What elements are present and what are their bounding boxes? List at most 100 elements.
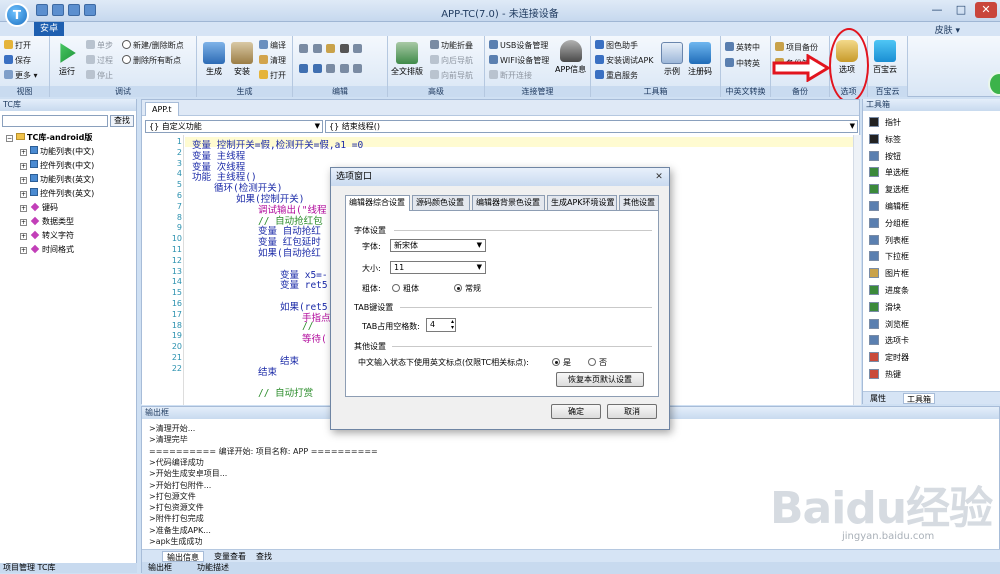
skin-menu[interactable]: 皮肤 ▾ [935,23,960,36]
toolbox-item[interactable]: 列表框 [869,234,909,246]
toolbox-item[interactable]: 滑块 [869,301,901,313]
file-tab-app[interactable]: APP.t [145,102,179,116]
toolbox-item[interactable]: 按钮 [869,150,901,162]
tab-toolbox[interactable]: 工具箱 [903,393,935,404]
clear-breakpoints-button[interactable]: 删除所有断点 [122,55,181,66]
tab-android[interactable]: 安卓 [34,22,64,36]
editor-scrollbar[interactable] [853,135,861,405]
tree-root[interactable]: − TC库-android版 [6,132,92,143]
step-button[interactable]: 单步 [86,40,113,51]
comment-icon[interactable] [353,64,363,73]
toolbox-item[interactable]: 定时器 [869,352,909,363]
expand-icon[interactable]: + [20,177,27,184]
toolbox-item[interactable]: 进度条 [869,285,909,296]
dialog-close-button[interactable]: ✕ [653,171,665,183]
stop-button[interactable]: 停止 [86,70,113,81]
run-button[interactable]: 运行 [56,42,78,77]
toolbox-item[interactable]: 编辑框 [869,201,909,212]
redo-icon[interactable] [312,64,322,73]
en-to-cn-button[interactable]: 英转中 [725,42,760,53]
bold-radio[interactable]: 粗体 [392,283,419,294]
left-bottom-tabs[interactable]: 项目管理 TC库 [0,563,137,573]
toolbox-item[interactable]: 选项卡 [869,335,909,346]
toolbox-item[interactable]: 指针 [869,117,901,128]
generate-button[interactable]: 生成 [203,42,225,77]
close-button[interactable]: ✕ [975,2,997,18]
function-combo[interactable]: {} 自定义功能 ▼ [145,120,323,133]
toolbox-item[interactable]: 单选框 [869,167,909,178]
status-func-desc[interactable]: 功能描述 [197,562,229,574]
tab-spaces-stepper[interactable]: 4 ▴ ▾ [426,318,456,332]
ok-button[interactable]: 确定 [551,404,601,419]
tab-variables[interactable]: 变量查看 [210,551,250,562]
select-all-icon[interactable] [353,44,363,53]
tree-item[interactable]: + 转义字符 [20,230,74,241]
cancel-button[interactable]: 取消 [607,404,657,419]
expand-icon[interactable]: + [20,163,27,170]
fold-button[interactable]: 功能折叠 [430,40,473,51]
project-backup-button[interactable]: 项目备份 [775,42,818,53]
restart-service-button[interactable]: 重启服务 [595,70,638,81]
expand-icon[interactable]: + [20,149,27,156]
delete-icon[interactable] [339,44,349,53]
tree-item[interactable]: + 控件列表(英文) [20,188,94,199]
tree-item[interactable]: + 控件列表(中文) [20,160,94,171]
expand-icon[interactable]: + [20,219,27,226]
tab-output-info[interactable]: 输出信息 [162,551,204,562]
thread-combo[interactable]: {} 结束线程() ▼ [325,120,858,133]
toolbox-item[interactable]: 浏览框 [869,318,909,330]
compile-button[interactable]: 编译 [259,40,286,51]
collapse-icon[interactable]: − [6,135,13,142]
tab-apk-env[interactable]: 生成APK环境设置 [547,195,617,210]
tree-item[interactable]: + 键码 [20,202,58,213]
install-debug-apk-button[interactable]: 安装调试APK [595,55,654,66]
toolbox-item[interactable]: 热键 [869,369,901,380]
baibao-cloud-button[interactable]: 百宝云 [873,40,897,75]
wifi-manage-button[interactable]: WIFI设备管理 [489,55,549,66]
disconnect-button[interactable]: 断开连接 [489,70,532,81]
paste-icon[interactable] [326,44,336,53]
toolbox-item[interactable]: 图片框 [869,268,909,279]
more-button[interactable]: 更多 ▾ [4,70,38,81]
cut-icon[interactable] [299,44,308,53]
expand-icon[interactable]: + [20,247,27,254]
expand-icon[interactable]: + [20,205,27,212]
tree-item[interactable]: + 功能列表(英文) [20,174,94,185]
app-info-button[interactable]: APP信息 [555,40,586,75]
tab-find[interactable]: 查找 [252,551,276,562]
cn-to-en-button[interactable]: 中转英 [725,58,760,69]
library-search-input[interactable] [2,115,108,127]
register-button[interactable]: 注册码 [688,42,712,77]
status-output[interactable]: 输出框 [148,562,172,574]
expand-icon[interactable]: + [20,233,27,240]
tab-properties[interactable]: 属性 [867,393,889,404]
outdent-icon[interactable] [339,64,349,73]
example-button[interactable]: 示例 [661,42,683,77]
tab-editor-bg[interactable]: 编辑器背景色设置 [472,195,545,210]
maximize-button[interactable]: □ [950,2,972,18]
yes-radio[interactable]: 是 [552,357,571,368]
font-select[interactable]: 新宋体 ▼ [390,239,486,252]
tab-editor-general[interactable]: 编辑器综合设置 [345,195,410,211]
color-helper-button[interactable]: 图色助手 [595,40,638,51]
tree-item[interactable]: + 时间格式 [20,244,74,255]
build-open-button[interactable]: 打开 [259,70,286,81]
expand-icon[interactable]: + [20,191,27,198]
regular-radio[interactable]: 常规 [454,283,481,294]
toolbox-item[interactable]: 复选框 [869,184,909,195]
tree-item[interactable]: + 功能列表(中文) [20,146,94,157]
undo-icon[interactable] [299,64,308,73]
nav-back-button[interactable]: 向后导航 [430,55,473,66]
indent-icon[interactable] [326,64,336,73]
open-file-button[interactable]: 打开 [4,40,31,51]
full-sort-button[interactable]: 全文排版 [391,42,423,77]
toolbox-item[interactable]: 下拉框 [869,251,909,262]
no-radio[interactable]: 否 [588,357,607,368]
copy-icon[interactable] [312,44,322,53]
stepper-arrows-icon[interactable]: ▴ ▾ [451,319,454,331]
pass-button[interactable]: 过程 [86,55,113,66]
tab-source-colors[interactable]: 源码颜色设置 [412,195,470,210]
tab-other[interactable]: 其他设置 [619,195,659,210]
usb-manage-button[interactable]: USB设备管理 [489,40,548,51]
toolbox-item[interactable]: 标签 [869,133,901,145]
